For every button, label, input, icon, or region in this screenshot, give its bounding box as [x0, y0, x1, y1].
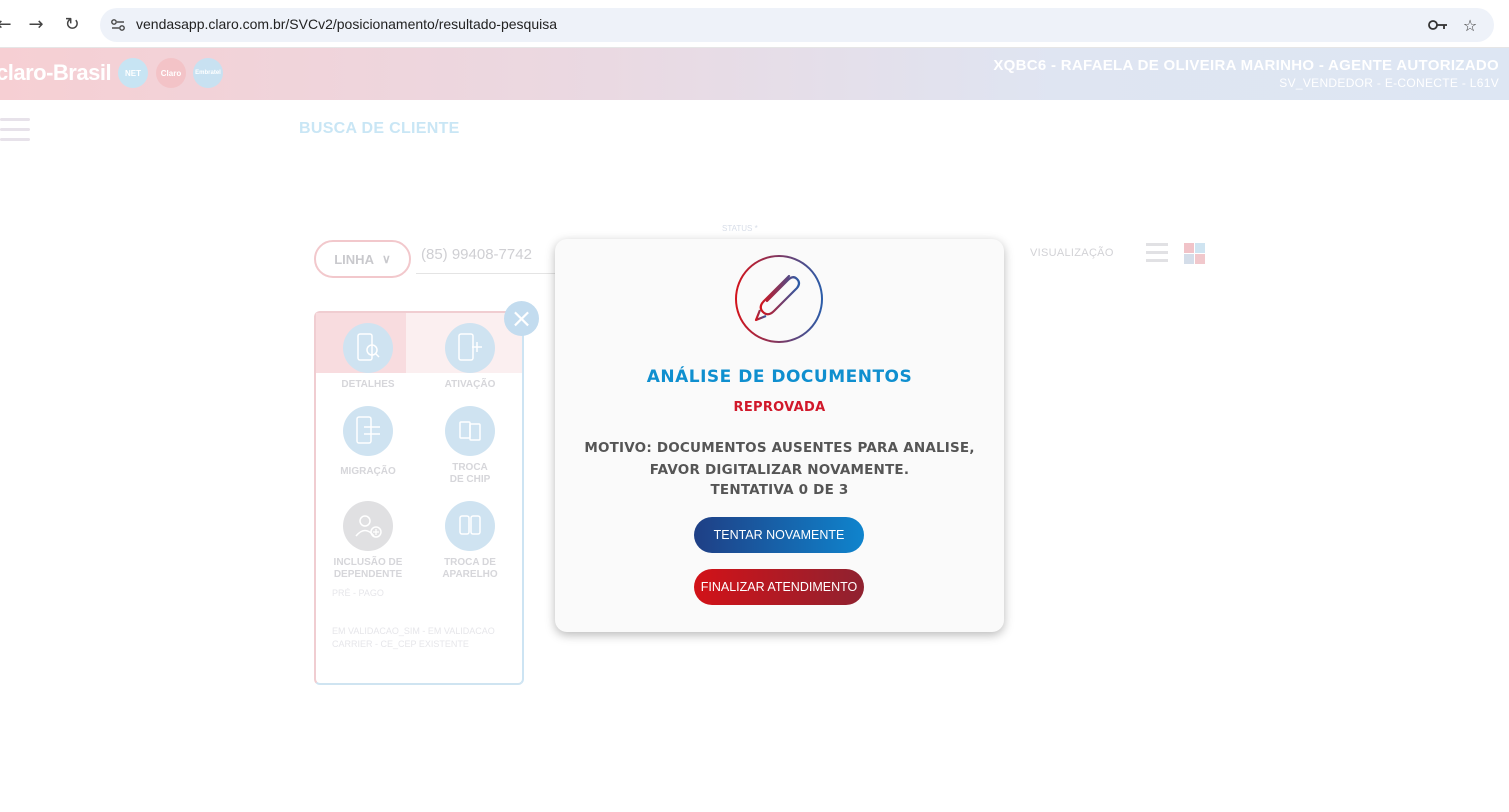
phone-add-icon [445, 323, 495, 373]
finish-service-button[interactable]: FINALIZAR ATENDIMENTO [694, 569, 864, 605]
action-add-dependent-label: INCLUSÃO DE DEPENDENTE [333, 557, 403, 580]
user-info: XQBC6 - RAFAELA DE OLIVEIRA MARINHO - AG… [993, 57, 1499, 90]
list-view-icon[interactable] [1146, 243, 1168, 263]
action-activation[interactable]: ATIVAÇÃO [420, 323, 520, 391]
site-settings-icon[interactable] [110, 17, 126, 33]
action-activation-label: ATIVAÇÃO [444, 379, 496, 390]
browser-toolbar: ← → ↻ vendasapp.claro.com.br/SVCv2/posic… [0, 0, 1509, 48]
search-type-select[interactable]: LINHA ∨ [314, 240, 411, 278]
action-details-label: DETALHES [341, 379, 395, 390]
grid-view-icon[interactable] [1184, 243, 1206, 264]
embratel-logo: Embratel [193, 58, 223, 88]
phone-search-icon [343, 323, 393, 373]
password-key-icon[interactable] [1428, 16, 1448, 34]
search-type-label: LINHA [334, 251, 374, 267]
card-plan-type: PRÉ - PAGO [332, 588, 384, 598]
back-icon[interactable]: ← [0, 12, 16, 36]
device-swap-icon [445, 501, 495, 551]
view-label: VISUALIZAÇÃO [1030, 247, 1114, 259]
page-title: BUSCA DE CLIENTE [299, 120, 460, 137]
user-name: XQBC6 - RAFAELA DE OLIVEIRA MARINHO - AG… [993, 57, 1499, 74]
reload-icon[interactable]: ↻ [60, 12, 84, 36]
action-migration-label: MIGRAÇÃO [340, 466, 396, 477]
url-text[interactable]: vendasapp.claro.com.br/SVCv2/posicioname… [136, 16, 557, 32]
user-add-icon [343, 501, 393, 551]
modal-title: ANÁLISE DE DOCUMENTOS [646, 367, 913, 387]
action-migration[interactable]: MIGRAÇÃO [318, 406, 418, 478]
rejection-reason: MOTIVO: DOCUMENTOS AUSENTES PARA ANALISE… [584, 440, 975, 478]
action-chip-swap-label: TROCA DE CHIP [449, 462, 491, 485]
menu-icon[interactable] [0, 118, 30, 144]
action-add-dependent[interactable]: INCLUSÃO DE DEPENDENTE [318, 501, 418, 581]
action-device-swap[interactable]: TROCA DE APARELHO [420, 501, 520, 581]
claro-logo: claro-Brasil [0, 60, 112, 85]
sim-card-icon [445, 406, 495, 456]
card-status-line2: CARRIER - CE_CEP EXISTENTE [332, 639, 469, 649]
app-header: claro-Brasil NET Claro Embratel XQBC6 - … [0, 48, 1509, 100]
phone-search-input[interactable]: (85) 99408-7742 [416, 240, 556, 274]
document-analysis-modal: ANÁLISE DE DOCUMENTOS REPROVADA MOTIVO: … [555, 239, 1004, 632]
net-logo: NET [118, 58, 148, 88]
action-chip-swap[interactable]: TROCA DE CHIP [420, 406, 520, 486]
action-details[interactable]: DETALHES [318, 323, 418, 391]
action-device-swap-label: TROCA DE APARELHO [442, 557, 498, 580]
attempt-counter: TENTATIVA 0 DE 3 [710, 482, 849, 498]
bookmark-star-icon[interactable]: ☆ [1460, 16, 1480, 35]
status-label: STATUS * [722, 224, 758, 233]
paperclip-icon [735, 255, 823, 343]
forward-icon[interactable]: → [24, 12, 48, 36]
analysis-status: REPROVADA [733, 400, 826, 415]
chevron-down-icon: ∨ [381, 252, 391, 266]
phone-transfer-icon [343, 406, 393, 456]
claro-badge-logo: Claro [156, 58, 186, 88]
card-status-line1: EM VALIDACAO_SIM - EM VALIDACAO [332, 626, 495, 636]
address-bar[interactable]: vendasapp.claro.com.br/SVCv2/posicioname… [100, 8, 1494, 42]
user-role: SV_VENDEDOR - E-CONECTE - L61V [1279, 76, 1499, 90]
retry-button[interactable]: TENTAR NOVAMENTE [694, 517, 864, 553]
